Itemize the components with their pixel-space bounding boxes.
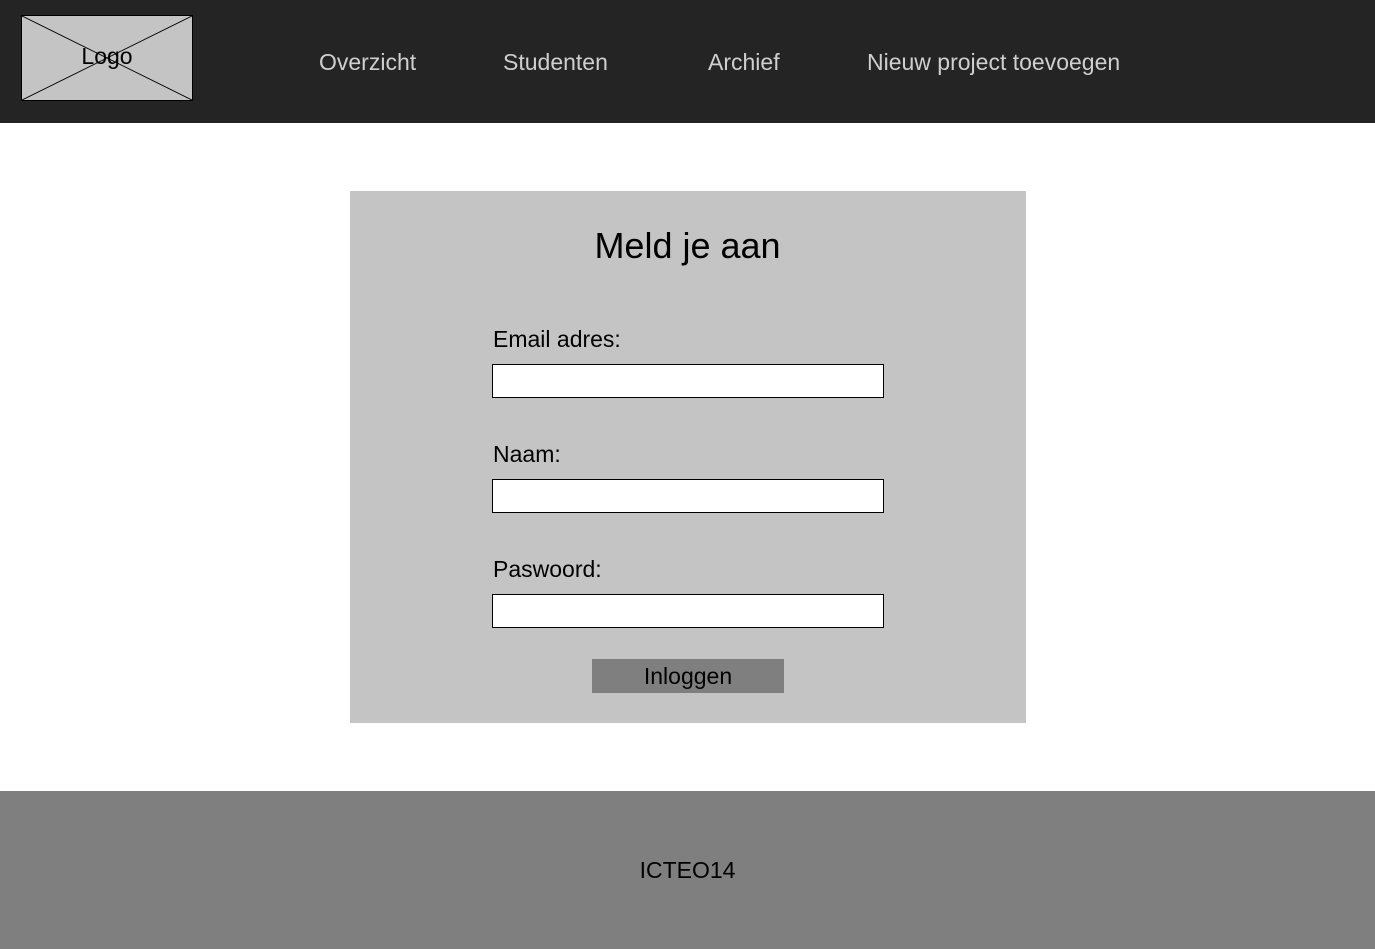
- login-button[interactable]: Inloggen: [592, 659, 784, 693]
- logo-text: Logo: [81, 43, 133, 69]
- nav-link-archief[interactable]: Archief: [708, 47, 780, 77]
- password-field[interactable]: [492, 594, 884, 628]
- nav-link-nieuw-project[interactable]: Nieuw project toevoegen: [867, 47, 1120, 77]
- login-title: Meld je aan: [594, 225, 781, 266]
- name-label: Naam:: [493, 441, 561, 467]
- top-navbar: Logo Overzicht Studenten Archief Nieuw p…: [0, 0, 1375, 123]
- nav-link-overzicht[interactable]: Overzicht: [319, 47, 416, 77]
- password-label: Paswoord:: [493, 556, 602, 582]
- footer-text: ICTEO14: [639, 857, 736, 883]
- nav-link-studenten[interactable]: Studenten: [503, 47, 608, 77]
- login-card: [350, 191, 1026, 723]
- email-field[interactable]: [492, 364, 884, 398]
- logo[interactable]: Logo: [21, 15, 193, 101]
- email-label: Email adres:: [493, 326, 621, 352]
- name-field[interactable]: [492, 479, 884, 513]
